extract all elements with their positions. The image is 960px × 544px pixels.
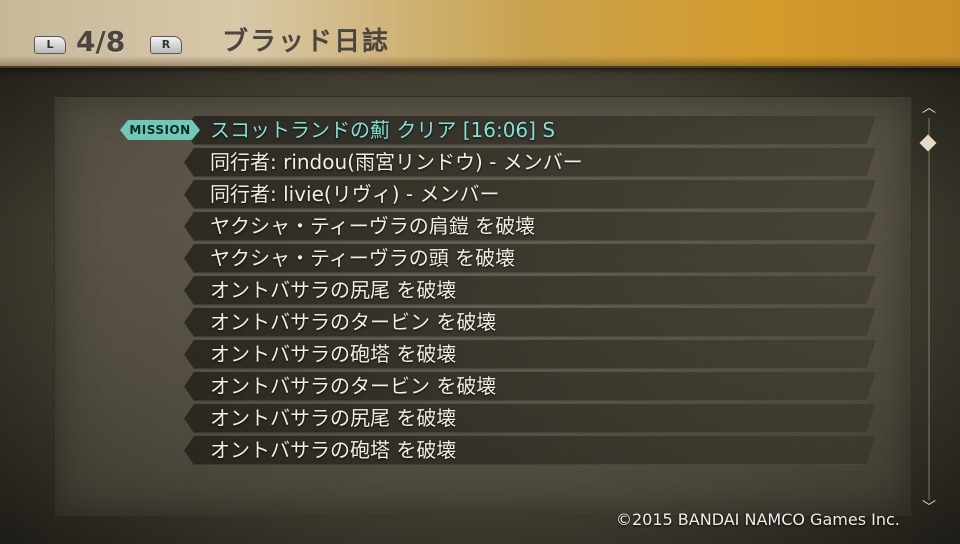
header-bar: L 4/8 R ブラッド日誌: [0, 0, 960, 68]
log-entry-text: オントバサラの砲塔 を破壊: [210, 438, 457, 462]
log-entry-text: 同行者: livie(リヴィ) - メンバー: [210, 182, 500, 206]
log-entry-text: オントバサラのタービン を破壊: [210, 374, 497, 398]
r-button[interactable]: R: [150, 36, 182, 54]
log-entry-mission[interactable]: MISSION スコットランドの薊 クリア [16:06] S: [120, 114, 876, 146]
log-entry[interactable]: 同行者: rindou(雨宮リンドウ) - メンバー: [120, 146, 876, 178]
log-entry[interactable]: オントバサラのタービン を破壊: [120, 306, 876, 338]
scrollbar-track[interactable]: [928, 118, 930, 500]
copyright-text: ©2015 BANDAI NAMCO Games Inc.: [616, 510, 900, 529]
page-title: ブラッド日誌: [222, 27, 391, 57]
l-button[interactable]: L: [34, 36, 66, 54]
log-list: MISSION スコットランドの薊 クリア [16:06] S 同行者: rin…: [120, 114, 876, 466]
log-entry[interactable]: ヤクシャ・ティーヴラの肩鎧 を破壊: [120, 210, 876, 242]
log-entry[interactable]: オントバサラのタービン を破壊: [120, 370, 876, 402]
log-entry[interactable]: 同行者: livie(リヴィ) - メンバー: [120, 178, 876, 210]
log-entry-text: ヤクシャ・ティーヴラの頭 を破壊: [210, 246, 516, 270]
log-entry-text: スコットランドの薊 クリア [16:06] S: [210, 118, 556, 142]
log-entry-text: 同行者: rindou(雨宮リンドウ) - メンバー: [210, 150, 583, 174]
log-entry[interactable]: オントバサラの砲塔 を破壊: [120, 434, 876, 466]
log-entry[interactable]: オントバサラの尻尾 を破壊: [120, 402, 876, 434]
log-entry-text: ヤクシャ・ティーヴラの肩鎧 を破壊: [210, 214, 536, 238]
log-entry-text: オントバサラの尻尾 を破壊: [210, 406, 457, 430]
page-counter: 4/8: [76, 25, 126, 58]
log-entry-text: オントバサラの尻尾 を破壊: [210, 278, 457, 302]
log-entry-text: オントバサラのタービン を破壊: [210, 310, 497, 334]
log-entry[interactable]: オントバサラの砲塔 を破壊: [120, 338, 876, 370]
log-entry[interactable]: オントバサラの尻尾 を破壊: [120, 274, 876, 306]
chevron-down-icon[interactable]: ﹀: [920, 501, 938, 515]
log-entry-text: オントバサラの砲塔 を破壊: [210, 342, 457, 366]
log-entry[interactable]: ヤクシャ・ティーヴラの頭 を破壊: [120, 242, 876, 274]
mission-badge: MISSION: [120, 120, 200, 140]
chevron-up-icon[interactable]: ︿: [920, 101, 938, 115]
